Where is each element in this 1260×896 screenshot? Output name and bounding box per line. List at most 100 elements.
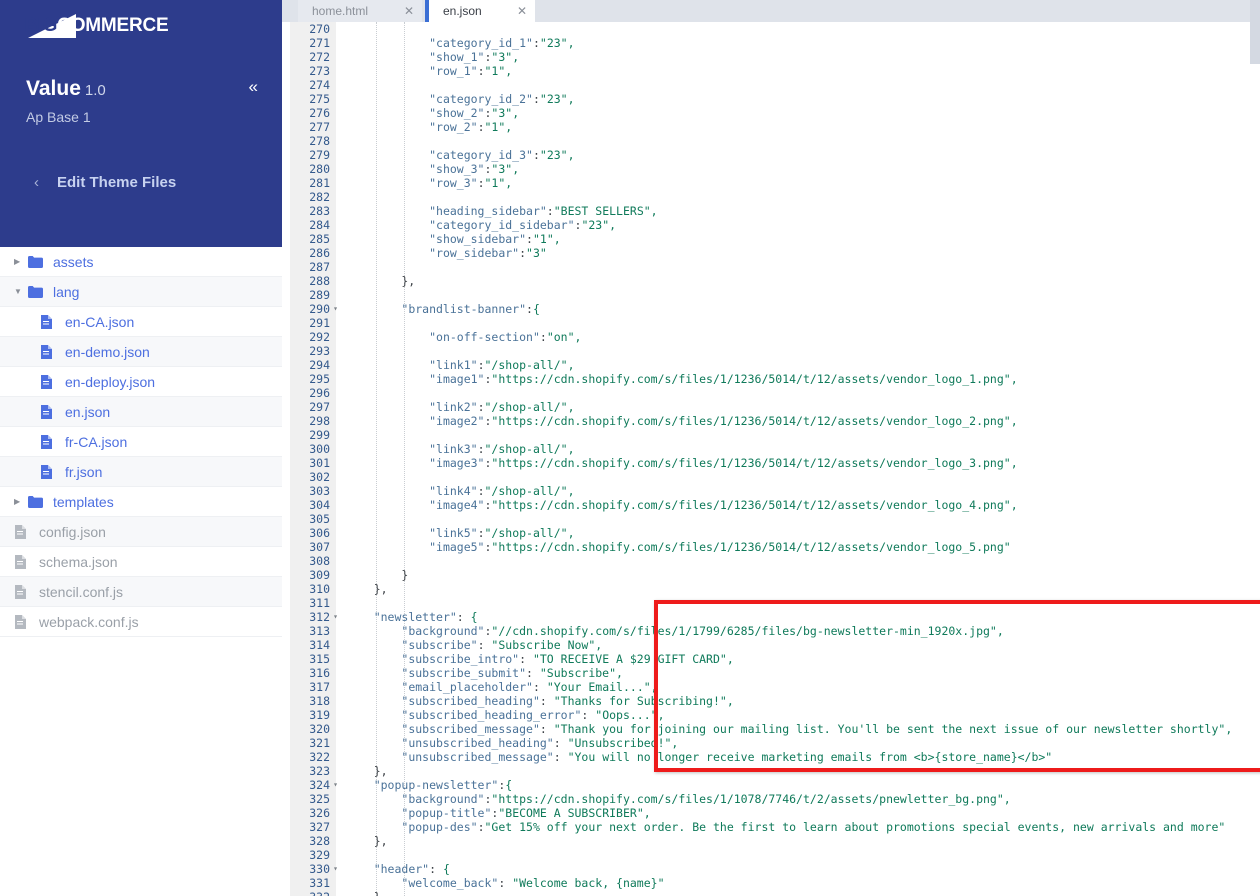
code-line[interactable]: 296: [290, 386, 1260, 400]
code-line[interactable]: 289: [290, 288, 1260, 302]
code-line[interactable]: 283 "heading_sidebar":"BEST SELLERS",: [290, 204, 1260, 218]
code-line[interactable]: 290 ▾ "brandlist-banner":{: [290, 302, 1260, 316]
code-line[interactable]: 320 "subscribed_message": "Thank you for…: [290, 722, 1260, 736]
code-line[interactable]: 302: [290, 470, 1260, 484]
close-icon[interactable]: ✕: [517, 4, 527, 18]
chevron-right-icon[interactable]: ▶: [14, 257, 28, 266]
code-line[interactable]: 322 "unsubscribed_message": "You will no…: [290, 750, 1260, 764]
tree-item-en-deploy-json[interactable]: en-deploy.json: [0, 367, 282, 397]
scrollbar-thumb[interactable]: [1250, 0, 1260, 64]
code-line[interactable]: 307 "image5":"https://cdn.shopify.com/s/…: [290, 540, 1260, 554]
code-line[interactable]: 275 "category_id_2":"23",: [290, 92, 1260, 106]
code-line[interactable]: 270: [290, 22, 1260, 36]
code-line-text: "unsubscribed_heading": "Unsubscribed!",: [401, 736, 679, 750]
tree-item-webpack-conf-js[interactable]: webpack.conf.js: [0, 607, 282, 637]
code-line[interactable]: 287: [290, 260, 1260, 274]
code-line[interactable]: 311: [290, 596, 1260, 610]
tree-item-fr-json[interactable]: fr.json: [0, 457, 282, 487]
tree-item-en-ca-json[interactable]: en-CA.json: [0, 307, 282, 337]
tree-item-fr-ca-json[interactable]: fr-CA.json: [0, 427, 282, 457]
code-line[interactable]: 274: [290, 78, 1260, 92]
tree-item-lang[interactable]: ▼ lang: [0, 277, 282, 307]
code-line[interactable]: 273 "row_1":"1",: [290, 64, 1260, 78]
chevron-down-icon[interactable]: ▼: [14, 287, 28, 296]
code-line[interactable]: 292 "on-off-section":"on",: [290, 330, 1260, 344]
code-lines[interactable]: 270 271 "category_id_1":"23", 272 "show_1"…: [290, 22, 1260, 896]
collapse-sidebar-icon[interactable]: «: [249, 78, 258, 95]
tree-item-templates[interactable]: ▶ templates: [0, 487, 282, 517]
code-line[interactable]: 332 },: [290, 890, 1260, 896]
code-line[interactable]: 285 "show_sidebar":"1",: [290, 232, 1260, 246]
code-line[interactable]: 291: [290, 316, 1260, 330]
code-line[interactable]: 306 "link5":"/shop-all/",: [290, 526, 1260, 540]
code-line[interactable]: 316 "subscribe_submit": "Subscribe",: [290, 666, 1260, 680]
tree-item-schema-json[interactable]: schema.json: [0, 547, 282, 577]
code-line[interactable]: 309 }: [290, 568, 1260, 582]
code-line[interactable]: 295 "image1":"https://cdn.shopify.com/s/…: [290, 372, 1260, 386]
edit-theme-files-button[interactable]: ‹ Edit Theme Files: [0, 169, 282, 195]
code-line[interactable]: 328 },: [290, 834, 1260, 848]
code-line[interactable]: 301 "image3":"https://cdn.shopify.com/s/…: [290, 456, 1260, 470]
code-line[interactable]: 297 "link2":"/shop-all/",: [290, 400, 1260, 414]
tree-item-config-json[interactable]: config.json: [0, 517, 282, 547]
code-line[interactable]: 276 "show_2":"3",: [290, 106, 1260, 120]
line-number: 324: [309, 778, 330, 792]
fold-toggle-icon[interactable]: ▾: [331, 778, 340, 792]
code-line[interactable]: 282: [290, 190, 1260, 204]
code-line[interactable]: 294 "link1":"/shop-all/",: [290, 358, 1260, 372]
close-icon[interactable]: ✕: [404, 4, 414, 18]
code-line[interactable]: 325 "background":"https://cdn.shopify.co…: [290, 792, 1260, 806]
vertical-scrollbar[interactable]: [1250, 0, 1260, 896]
fold-toggle-icon[interactable]: ▾: [331, 862, 340, 876]
code-line[interactable]: 280 "show_3":"3",: [290, 162, 1260, 176]
code-line[interactable]: 281 "row_3":"1",: [290, 176, 1260, 190]
code-line[interactable]: 303 "link4":"/shop-all/",: [290, 484, 1260, 498]
tree-item-stencil-conf-js[interactable]: stencil.conf.js: [0, 577, 282, 607]
fold-toggle-icon[interactable]: ▾: [331, 610, 340, 624]
code-line[interactable]: 298 "image2":"https://cdn.shopify.com/s/…: [290, 414, 1260, 428]
code-line[interactable]: 329: [290, 848, 1260, 862]
tree-item-assets[interactable]: ▶ assets: [0, 247, 282, 277]
code-line[interactable]: 310 },: [290, 582, 1260, 596]
code-line[interactable]: 313 "background":"//cdn.shopify.com/s/fi…: [290, 624, 1260, 638]
code-line[interactable]: 284 "category_id_sidebar":"23",: [290, 218, 1260, 232]
code-line[interactable]: 312 ▾ "newsletter": {: [290, 610, 1260, 624]
code-line[interactable]: 317 "email_placeholder": "Your Email..."…: [290, 680, 1260, 694]
code-line-text: "subscribe": "Subscribe Now",: [401, 638, 603, 652]
code-line[interactable]: 300 "link3":"/shop-all/",: [290, 442, 1260, 456]
code-line[interactable]: 331 "welcome_back": "Welcome back, {name…: [290, 876, 1260, 890]
code-line[interactable]: 305: [290, 512, 1260, 526]
line-number: 309: [309, 568, 330, 582]
tab-home-html[interactable]: home.html ✕: [298, 0, 422, 22]
code-line[interactable]: 272 "show_1":"3",: [290, 50, 1260, 64]
code-content-area[interactable]: 270 271 "category_id_1":"23", 272 "show_1"…: [290, 22, 1260, 896]
code-line[interactable]: 278: [290, 134, 1260, 148]
code-line[interactable]: 277 "row_2":"1",: [290, 120, 1260, 134]
code-line[interactable]: 324 ▾ "popup-newsletter":{: [290, 778, 1260, 792]
code-line[interactable]: 293: [290, 344, 1260, 358]
code-line[interactable]: 323 },: [290, 764, 1260, 778]
line-number: 318: [309, 694, 330, 708]
chevron-right-icon[interactable]: ▶: [14, 497, 28, 506]
code-line[interactable]: 288 },: [290, 274, 1260, 288]
tree-item-en-demo-json[interactable]: en-demo.json: [0, 337, 282, 367]
code-line[interactable]: 304 "image4":"https://cdn.shopify.com/s/…: [290, 498, 1260, 512]
code-line[interactable]: 315 "subscribe_intro": "TO RECEIVE A $29…: [290, 652, 1260, 666]
code-line[interactable]: 279 "category_id_3":"23",: [290, 148, 1260, 162]
line-number: 304: [309, 498, 330, 512]
code-line[interactable]: 271 "category_id_1":"23",: [290, 36, 1260, 50]
code-line[interactable]: 330 ▾ "header": {: [290, 862, 1260, 876]
fold-toggle-icon[interactable]: ▾: [331, 302, 340, 316]
code-line[interactable]: 286 "row_sidebar":"3": [290, 246, 1260, 260]
code-line[interactable]: 314 "subscribe": "Subscribe Now",: [290, 638, 1260, 652]
code-line[interactable]: 327 "popup-des":"Get 15% off your next o…: [290, 820, 1260, 834]
code-line[interactable]: 326 "popup-title":"BECOME A SUBSCRIBER",: [290, 806, 1260, 820]
code-line[interactable]: 321 "unsubscribed_heading": "Unsubscribe…: [290, 736, 1260, 750]
code-line[interactable]: 308: [290, 554, 1260, 568]
line-number: 289: [309, 288, 330, 302]
tree-item-en-json[interactable]: en.json: [0, 397, 282, 427]
code-line[interactable]: 319 "subscribed_heading_error": "Oops...…: [290, 708, 1260, 722]
code-line[interactable]: 318 "subscribed_heading": "Thanks for Su…: [290, 694, 1260, 708]
tab-en-json[interactable]: en.json ✕: [425, 0, 535, 22]
code-line[interactable]: 299: [290, 428, 1260, 442]
